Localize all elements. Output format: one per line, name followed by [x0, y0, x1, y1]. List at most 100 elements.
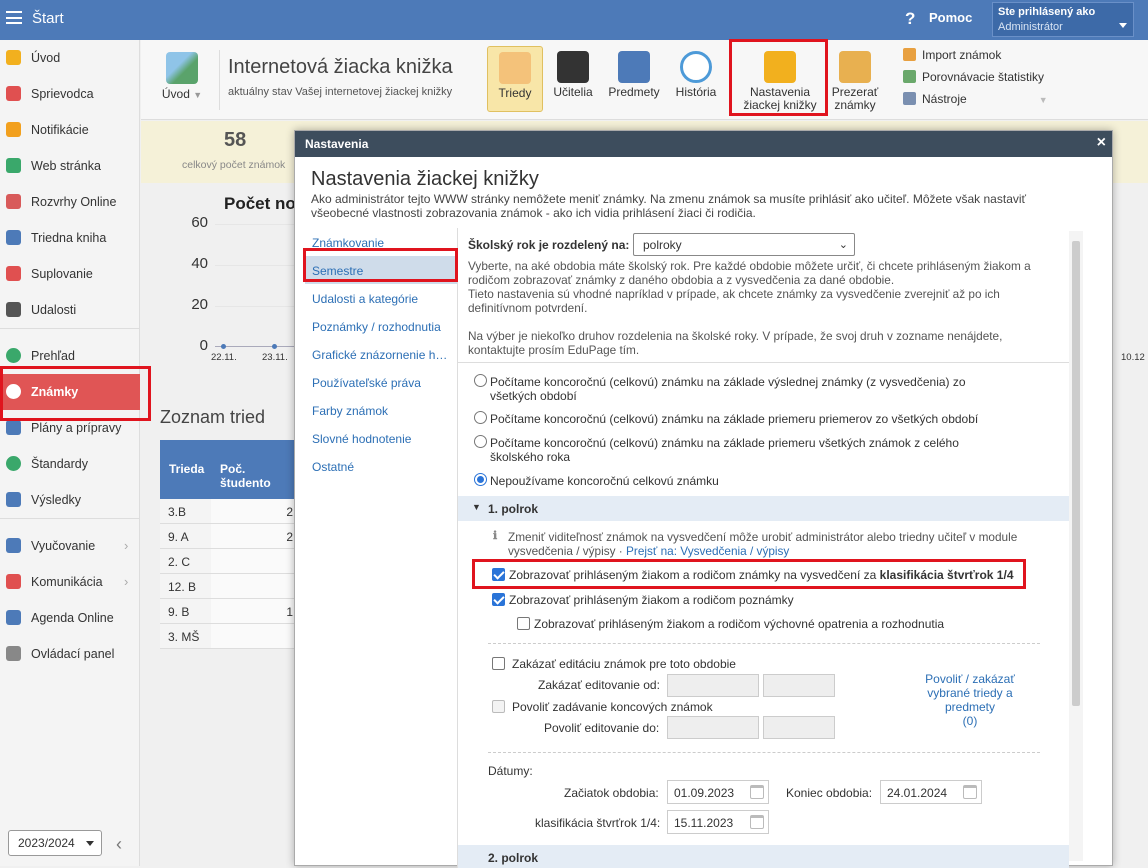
view-grades-ribbon-button[interactable]: Prezerať známky — [825, 46, 885, 112]
help-link[interactable]: Pomoc — [929, 10, 972, 25]
sidebar-item-pen[interactable]: Agenda Online — [0, 600, 140, 636]
history-ribbon-button[interactable]: História — [669, 46, 723, 112]
calendar-icon[interactable] — [750, 785, 764, 799]
hamburger-menu-icon[interactable] — [6, 11, 22, 24]
classes-ribbon-button[interactable]: Triedy — [487, 46, 543, 112]
calendar-icon — [6, 302, 21, 317]
radio-average-of-averages[interactable] — [474, 411, 487, 424]
radio-no-final-grade[interactable] — [474, 473, 487, 486]
table-row[interactable]: 9. A 2 — [160, 524, 296, 549]
sidebar-item-envelope[interactable]: Notifikácie — [0, 112, 140, 148]
teaching-icon — [6, 538, 21, 553]
home-ribbon-label: Úvod — [161, 87, 190, 101]
sidebar: Úvod Sprievodca Notifikácie Web stránka Rozv… — [0, 40, 140, 866]
lock-from-time-input[interactable] — [763, 674, 835, 697]
comparison-stats-label: Porovnávacie štatistiky — [922, 70, 1045, 84]
subjects-ribbon-button[interactable]: Predmety — [603, 46, 665, 112]
user-role: Administrátor — [998, 21, 1063, 33]
settings-nav-item[interactable]: Známkovanie — [305, 228, 457, 256]
ribbon-button-label: Učitelia — [553, 85, 593, 99]
sidebar-item-shield[interactable]: Štandardy — [0, 446, 140, 482]
allow-selected-link[interactable]: Povoliť / zakázať vybrané triedy a predm… — [910, 672, 1030, 714]
settings-nav-item[interactable]: Farby známok — [305, 396, 457, 424]
quarter-date-input[interactable]: 15.11.2023 — [667, 810, 769, 834]
checkbox-allow-final-grades-label: Povoliť zadávanie koncových známok — [512, 700, 713, 714]
table-cell: 1 — [211, 599, 296, 623]
sidebar-item-book[interactable]: Triedna kniha — [0, 220, 140, 256]
radio-final-grade-report[interactable] — [474, 374, 487, 387]
ribbon-button-label: Prezerať známky — [831, 85, 879, 112]
user-dropdown[interactable]: Ste prihlásený ako Administrátor — [992, 2, 1134, 37]
sidebar-item-gear[interactable]: Ovládací panel — [0, 636, 140, 672]
lock-from-date-input[interactable] — [667, 674, 759, 697]
allow-until-date-input[interactable] — [667, 716, 759, 739]
close-icon[interactable]: × — [1097, 134, 1106, 152]
y-tick: 0 — [199, 337, 208, 354]
scrollbar-thumb[interactable] — [1072, 241, 1080, 706]
comparison-stats-button[interactable]: Porovnávacie štatistiky — [903, 70, 1044, 84]
checkbox-show-measures[interactable] — [517, 617, 530, 630]
sidebar-item-plans[interactable]: Plány a prípravy — [0, 410, 140, 446]
sidebar-item-calendar[interactable]: Udalosti — [0, 292, 140, 328]
section-header-1[interactable]: ▼ 1. polrok — [458, 496, 1069, 521]
help-icon[interactable]: ? — [905, 9, 915, 29]
sidebar-item-grid[interactable]: Rozvrhy Online — [0, 184, 140, 220]
collapse-sidebar-icon[interactable]: ‹ — [116, 834, 122, 855]
sidebar-item-bar-chart[interactable]: Výsledky — [0, 482, 140, 518]
sidebar-item-chat[interactable]: Komunikácia › — [0, 564, 140, 600]
school-year-label: Školský rok je rozdelený na: — [468, 238, 630, 252]
settings-nav-item[interactable]: Udalosti a kategórie — [305, 284, 457, 312]
table-row[interactable]: 12. B — [160, 574, 296, 599]
end-date-input[interactable]: 24.01.2024 — [880, 780, 982, 804]
dialog-bar-title: Nastavenia — [305, 137, 369, 151]
info-icon: ℹ — [493, 530, 498, 542]
radio-average-all-grades[interactable] — [474, 435, 487, 448]
import-grades-button[interactable]: Import známok — [903, 48, 1001, 62]
settings-nav-item[interactable]: Poznámky / rozhodnutia — [305, 312, 457, 340]
start-link[interactable]: Štart — [32, 10, 64, 27]
checkbox-show-report-grades[interactable] — [492, 568, 505, 581]
sidebar-item-person[interactable]: Suplovanie — [0, 256, 140, 292]
start-date-input[interactable]: 01.09.2023 — [667, 780, 769, 804]
sidebar-item-wand[interactable]: Sprievodca — [0, 76, 140, 112]
column-header[interactable]: Poč. študento — [220, 462, 296, 490]
sidebar-item-label: Známky — [31, 385, 79, 399]
sidebar-item-house[interactable]: Web stránka — [0, 148, 140, 184]
calendar-icon[interactable] — [963, 785, 977, 799]
sidebar-item-grade[interactable]: Známky — [0, 374, 140, 410]
table-row[interactable]: 3. MŠ — [160, 624, 296, 649]
checkbox-allow-final-grades[interactable] — [492, 700, 505, 713]
table-cell: 2. C — [168, 555, 191, 569]
section-header-2[interactable]: 2. polrok — [458, 845, 1069, 868]
settings-nav-item[interactable]: Používateľské práva — [305, 368, 457, 396]
table-row[interactable]: 3.B 2 — [160, 499, 296, 524]
checkbox-show-notes[interactable] — [492, 593, 505, 606]
info-text-3: Na výber je niekoľko druhov rozdelenia n… — [468, 329, 1003, 357]
settings-nav-item[interactable]: Grafické znázornenie h… — [305, 340, 457, 368]
table-row[interactable]: 9. B 1 — [160, 599, 296, 624]
dialog-description: Ako administrátor tejto WWW stránky nemô… — [311, 192, 1027, 220]
column-header[interactable]: Trieda — [169, 462, 204, 476]
home-ribbon-button[interactable]: Úvod ▼ — [157, 52, 207, 101]
allow-until-time-input[interactable] — [763, 716, 835, 739]
bar-chart-icon — [6, 492, 21, 507]
book-icon — [6, 230, 21, 245]
report-cards-link[interactable]: Prejsť na: Vysvedčenia / výpisy — [626, 544, 789, 558]
settings-scrollbar[interactable] — [1069, 231, 1083, 861]
sidebar-item-star[interactable]: Úvod — [0, 40, 140, 76]
settings-nav-item[interactable]: Semestre — [305, 256, 457, 284]
gradebook-settings-ribbon-button[interactable]: Nastavenia žiackej knižky — [737, 46, 823, 112]
sidebar-item-teaching[interactable]: Vyučovanie › — [0, 528, 140, 564]
settings-nav-item[interactable]: Ostatné — [305, 452, 457, 480]
table-row[interactable]: 2. C — [160, 549, 296, 574]
checkbox-lock-editing[interactable] — [492, 657, 505, 670]
allow-selected-count[interactable]: (0) — [910, 714, 1030, 728]
school-year-select[interactable]: 2023/2024 — [8, 830, 102, 856]
tools-button[interactable]: Nástroje ▼ — [903, 92, 1048, 106]
sidebar-item-check[interactable]: Prehľad — [0, 338, 140, 374]
sidebar-item-label: Prehľad — [31, 349, 75, 363]
settings-nav-item[interactable]: Slovné hodnotenie — [305, 424, 457, 452]
teachers-ribbon-button[interactable]: Učitelia — [547, 46, 599, 112]
school-year-division-select[interactable]: polroky ⌄ — [633, 233, 855, 256]
calendar-icon[interactable] — [750, 815, 764, 829]
